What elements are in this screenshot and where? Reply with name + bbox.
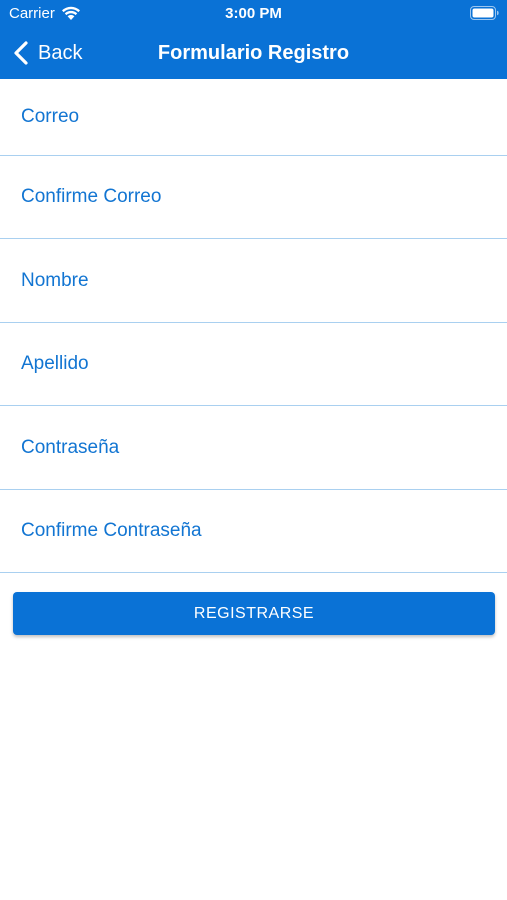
email-field-row (0, 79, 507, 156)
confirm-password-field-row (0, 490, 507, 573)
first-name-field-row (0, 239, 507, 323)
email-field[interactable] (0, 79, 507, 155)
confirm-email-field[interactable] (0, 156, 507, 238)
password-field-row (0, 406, 507, 490)
last-name-field-row (0, 323, 507, 406)
battery-icon (470, 6, 499, 20)
confirm-password-field[interactable] (0, 490, 507, 572)
last-name-field[interactable] (0, 323, 507, 405)
password-field[interactable] (0, 406, 507, 489)
registration-screen: Carrier 3:00 PM Back Formulario Registro (0, 0, 507, 900)
page-title: Formulario Registro (157, 42, 350, 64)
confirm-email-field-row (0, 156, 507, 239)
status-time: 3:00 PM (225, 5, 282, 22)
first-name-field[interactable] (0, 239, 507, 322)
register-button[interactable]: REGISTRARSE (13, 592, 495, 635)
status-bar: Carrier 3:00 PM (0, 0, 507, 28)
app-header: Carrier 3:00 PM Back Formulario Registro (0, 0, 507, 79)
navigation-bar: Back Formulario Registro (0, 28, 507, 79)
